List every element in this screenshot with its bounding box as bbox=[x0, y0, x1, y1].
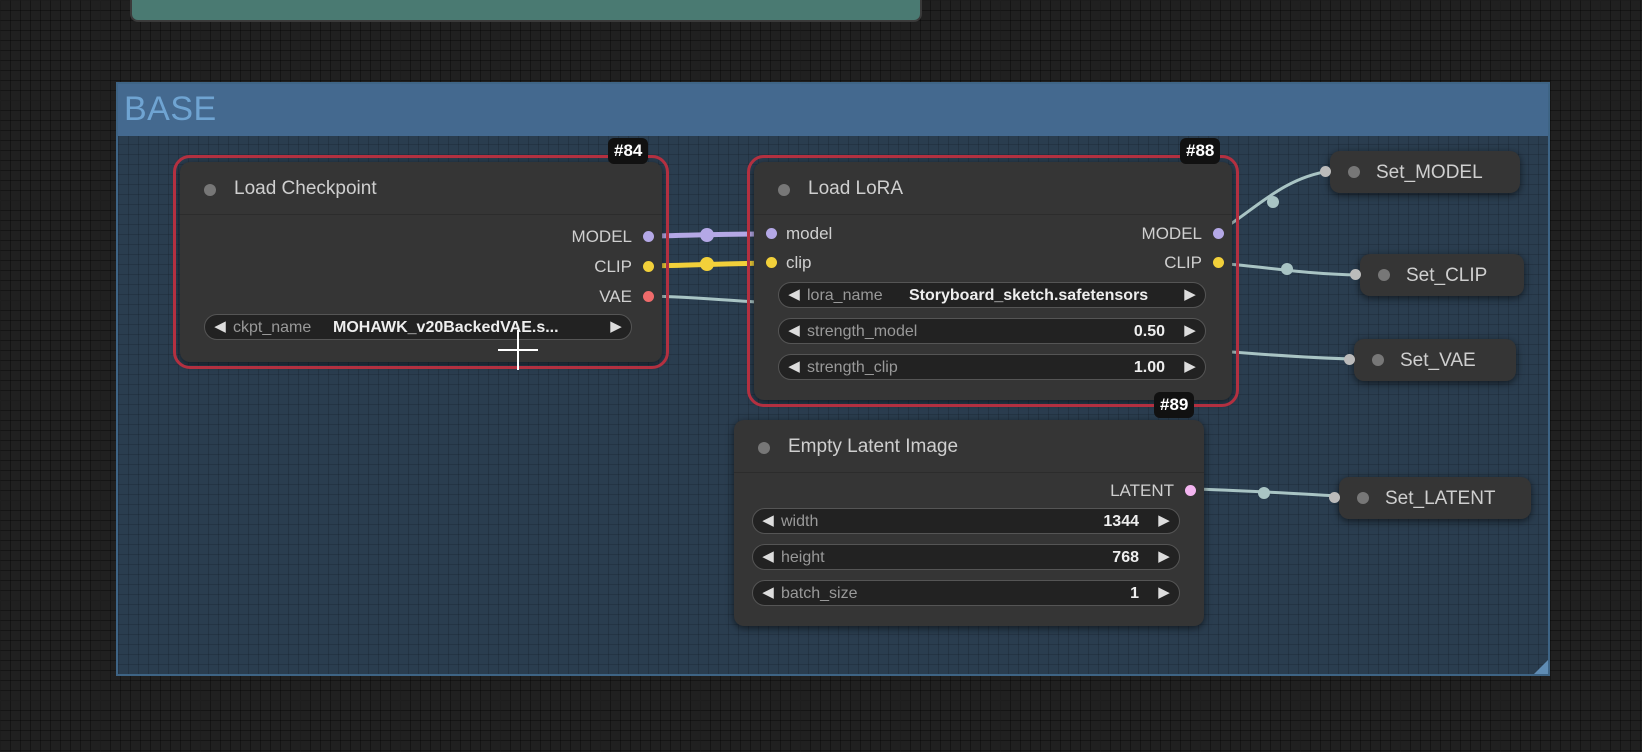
input-label-model: model bbox=[786, 224, 833, 243]
widget-value: Storyboard_sketch.safetensors bbox=[909, 287, 1149, 304]
widget-value: 1344 bbox=[1103, 513, 1139, 530]
increment-arrow-icon[interactable]: ▶ bbox=[605, 315, 627, 339]
widget-name: ckpt_name bbox=[233, 319, 312, 336]
widget-value: 1.00 bbox=[1133, 359, 1165, 376]
output-label-clip: CLIP bbox=[594, 257, 632, 276]
increment-arrow-icon[interactable]: ▶ bbox=[1153, 581, 1175, 605]
output-slot-model[interactable] bbox=[1213, 228, 1224, 239]
decrement-arrow-icon[interactable]: ◀ bbox=[757, 581, 779, 605]
decrement-arrow-icon[interactable]: ◀ bbox=[757, 509, 779, 533]
width-number[interactable]: ◀ width 1344 ▶ bbox=[752, 508, 1180, 534]
crosshair-cursor-icon bbox=[498, 349, 538, 351]
node-set-vae[interactable]: Set_VAE bbox=[1344, 339, 1516, 381]
input-slot-model[interactable] bbox=[766, 228, 777, 239]
node-id-badge: #89 bbox=[1154, 392, 1195, 418]
ckpt-name-combo[interactable]: ◀ ckpt_name MOHAWK_v20BackedVAE.s... ▶ bbox=[204, 314, 632, 340]
node-title: Load Checkpoint bbox=[234, 178, 377, 199]
decrement-arrow-icon[interactable]: ◀ bbox=[783, 283, 805, 307]
output-label-clip: CLIP bbox=[1164, 253, 1202, 272]
decrement-arrow-icon[interactable]: ◀ bbox=[783, 355, 805, 379]
output-slot-model[interactable] bbox=[643, 231, 654, 242]
height-number[interactable]: ◀ height 768 ▶ bbox=[752, 544, 1180, 570]
widget-name: lora_name bbox=[807, 287, 883, 304]
node-title: Set_LATENT bbox=[1385, 488, 1496, 509]
node-title: Set_VAE bbox=[1400, 350, 1476, 371]
widget-value: 768 bbox=[1112, 549, 1139, 566]
decrement-arrow-icon[interactable]: ◀ bbox=[757, 545, 779, 569]
node-title-bar[interactable]: Empty Latent Image bbox=[734, 420, 1204, 473]
collapse-dot-icon[interactable] bbox=[1357, 492, 1369, 504]
link-set-model[interactable] bbox=[1215, 169, 1331, 235]
collapse-dot-icon[interactable] bbox=[1348, 166, 1360, 178]
node-title: Load LoRA bbox=[808, 178, 904, 199]
widget-value: 1 bbox=[1130, 585, 1139, 602]
increment-arrow-icon[interactable]: ▶ bbox=[1153, 509, 1175, 533]
widget-name: width bbox=[781, 513, 819, 530]
collapse-dot-icon[interactable] bbox=[758, 442, 770, 454]
output-label-latent: LATENT bbox=[1110, 481, 1174, 500]
node-title-bar[interactable]: Load Checkpoint bbox=[180, 162, 662, 215]
increment-arrow-icon[interactable]: ▶ bbox=[1179, 355, 1201, 379]
node-set-model[interactable]: Set_MODEL bbox=[1320, 151, 1520, 193]
widget-value: 0.50 bbox=[1133, 323, 1165, 340]
strength-clip-number[interactable]: ◀ strength_clip 1.00 ▶ bbox=[778, 354, 1206, 380]
node-set-latent[interactable]: Set_LATENT bbox=[1329, 477, 1531, 519]
collapse-dot-icon[interactable] bbox=[1378, 269, 1390, 281]
increment-arrow-icon[interactable]: ▶ bbox=[1179, 283, 1201, 307]
widget-value: MOHAWK_v20BackedVAE.s... bbox=[333, 319, 559, 336]
increment-arrow-icon[interactable]: ▶ bbox=[1153, 545, 1175, 569]
widget-name: batch_size bbox=[781, 585, 858, 602]
link-set-latent[interactable] bbox=[1189, 487, 1340, 499]
output-label-model: MODEL bbox=[571, 227, 632, 246]
collapse-dot-icon[interactable] bbox=[778, 184, 790, 196]
collapse-dot-icon[interactable] bbox=[1372, 354, 1384, 366]
output-label-vae: VAE bbox=[599, 287, 632, 306]
node-load-checkpoint[interactable]: Load Checkpoint #84 MODEL CLIP VAE ◀ ckp… bbox=[173, 138, 669, 369]
output-label-model: MODEL bbox=[1141, 224, 1202, 243]
decrement-arrow-icon[interactable]: ◀ bbox=[783, 319, 805, 343]
widget-name: strength_model bbox=[807, 323, 918, 340]
node-id-badge: #84 bbox=[608, 138, 649, 164]
node-title-bar[interactable]: Load LoRA bbox=[754, 162, 1232, 215]
node-empty-latent-image[interactable]: Empty Latent Image #89 LATENT ◀ width 13… bbox=[734, 392, 1204, 626]
node-id-badge: #88 bbox=[1180, 138, 1221, 164]
input-slot[interactable] bbox=[1320, 166, 1331, 177]
input-label-clip: clip bbox=[786, 253, 812, 272]
decrement-arrow-icon[interactable]: ◀ bbox=[209, 315, 231, 339]
input-slot[interactable] bbox=[1350, 269, 1361, 280]
widget-name: strength_clip bbox=[807, 359, 898, 376]
node-load-lora[interactable]: Load LoRA #88 model clip MODEL CLIP ◀ lo… bbox=[747, 138, 1239, 407]
node-set-clip[interactable]: Set_CLIP bbox=[1350, 254, 1524, 296]
batch-size-number[interactable]: ◀ batch_size 1 ▶ bbox=[752, 580, 1180, 606]
output-slot-clip[interactable] bbox=[643, 261, 654, 272]
lora-name-combo[interactable]: ◀ lora_name Storyboard_sketch.safetensor… bbox=[778, 282, 1206, 308]
link-set-clip[interactable] bbox=[1215, 261, 1361, 277]
node-title: Set_MODEL bbox=[1376, 162, 1483, 183]
node-title: Set_CLIP bbox=[1406, 265, 1488, 286]
output-slot-latent[interactable] bbox=[1185, 485, 1196, 496]
link-set-vae[interactable] bbox=[1231, 350, 1355, 361]
output-slot-vae[interactable] bbox=[643, 291, 654, 302]
input-slot[interactable] bbox=[1329, 492, 1340, 503]
collapse-dot-icon[interactable] bbox=[204, 184, 216, 196]
increment-arrow-icon[interactable]: ▶ bbox=[1179, 319, 1201, 343]
output-slot-clip[interactable] bbox=[1213, 257, 1224, 268]
strength-model-number[interactable]: ◀ strength_model 0.50 ▶ bbox=[778, 318, 1206, 344]
node-title: Empty Latent Image bbox=[788, 436, 959, 457]
input-slot-clip[interactable] bbox=[766, 257, 777, 268]
widget-name: height bbox=[781, 549, 825, 566]
input-slot[interactable] bbox=[1344, 354, 1355, 365]
